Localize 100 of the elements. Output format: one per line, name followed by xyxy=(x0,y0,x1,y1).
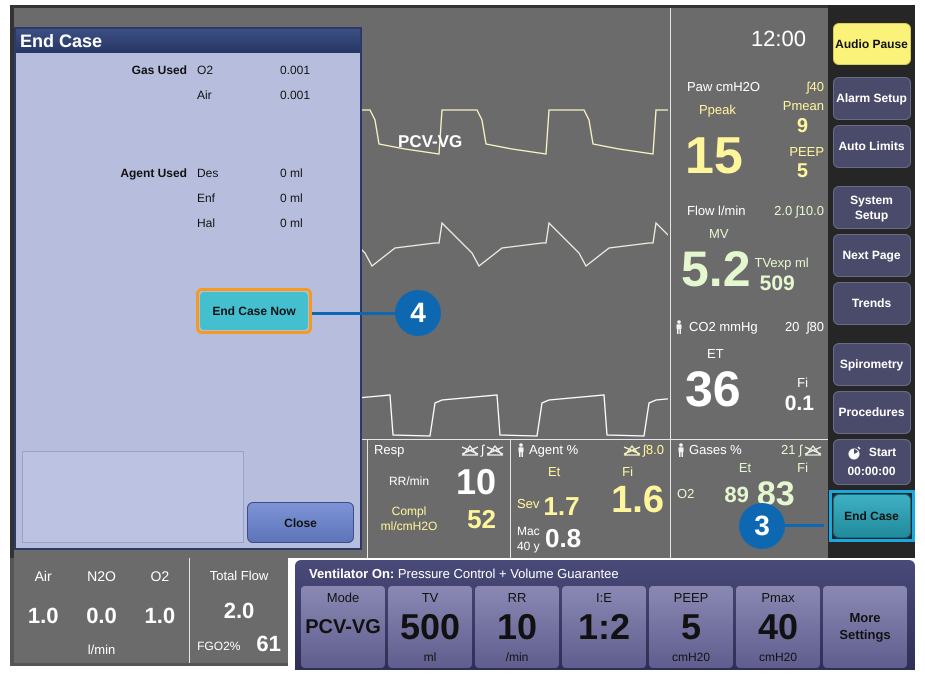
close-button[interactable]: Close xyxy=(247,502,354,543)
ventilator-status: Ventilator On: Pressure Control + Volume Guarantee xyxy=(309,565,620,583)
item-value: 0 ml xyxy=(280,215,303,232)
person-icon xyxy=(675,320,683,334)
parameter-label: PEEP xyxy=(789,142,824,160)
alarm-off-icon xyxy=(804,444,822,456)
setting-value: 10 xyxy=(496,609,538,645)
setting-unit: cmH20 xyxy=(672,648,710,666)
side-button[interactable]: Auto Limits xyxy=(832,125,910,168)
column-label: Fi xyxy=(797,458,808,476)
parameter-label: ET xyxy=(707,345,725,363)
alarm-off-icon xyxy=(461,444,480,456)
setting-label: TV xyxy=(422,588,438,606)
limit-text: ʃ xyxy=(481,440,484,459)
setting-label: Mode xyxy=(326,588,360,606)
flow-value: 1.0 xyxy=(144,602,176,630)
ppeak-value: 15 xyxy=(685,130,744,182)
side-button[interactable]: System Setup xyxy=(832,186,910,229)
parameter-value: 5 xyxy=(796,161,808,181)
clock: 12:00 xyxy=(750,25,806,53)
gas-name: O2 xyxy=(677,485,694,504)
section-title: Flow l/min xyxy=(687,202,746,220)
side-button[interactable]: Next Page xyxy=(832,234,910,277)
setting-button[interactable]: TV 500 ml xyxy=(388,586,472,668)
fgo2-value: 61 xyxy=(256,632,281,654)
start-timer-button[interactable]: Start 00:00:00 xyxy=(832,439,910,485)
column-label: Et xyxy=(548,462,560,480)
dialog-title: End Case xyxy=(20,30,102,52)
total-flow-label: Total Flow xyxy=(210,567,268,585)
item-name: Air xyxy=(197,87,213,104)
alarm-off-icon xyxy=(623,444,642,456)
setting-value: 500 xyxy=(400,609,460,645)
side-button[interactable]: Trends xyxy=(832,282,910,325)
start-label: Start xyxy=(868,445,896,460)
end-case-now-button[interactable]: End Case Now xyxy=(200,292,308,330)
setting-label: I:E xyxy=(596,588,612,606)
column-label: Et xyxy=(738,458,752,476)
item-value: 0.001 xyxy=(280,62,310,79)
parameter-label: Pmean xyxy=(782,97,824,115)
mv-value: 5.2 xyxy=(681,244,751,294)
section-title: Agent % xyxy=(529,440,578,459)
setting-button[interactable]: Mode PCV-VG xyxy=(301,586,385,668)
section-title: Paw cmH2O xyxy=(687,78,760,96)
unit-label: l/min xyxy=(88,641,116,659)
item-value: 0 ml xyxy=(280,165,303,182)
mac-value: 0.8 xyxy=(545,522,582,555)
item-value: 0.001 xyxy=(280,87,310,104)
item-name: O2 xyxy=(197,62,214,79)
parameter-value: 52 xyxy=(467,506,496,532)
item-name: Des xyxy=(197,165,220,182)
item-value: 0 ml xyxy=(280,190,303,207)
side-button[interactable]: Procedures xyxy=(832,391,910,434)
flow-value: 1.0 xyxy=(28,602,58,630)
gas-label: Air xyxy=(34,567,52,586)
fgo2-label: FGO2% xyxy=(197,638,240,654)
item-name: Enf xyxy=(197,190,216,207)
setting-button[interactable]: RR 10 /min xyxy=(475,586,559,668)
setting-unit: /min xyxy=(506,648,528,666)
setting-label: Pmax xyxy=(761,588,795,606)
item-name: Hal xyxy=(197,215,216,232)
parameter-label: RR/min xyxy=(388,474,430,489)
setting-button[interactable]: I:E 1:2 xyxy=(562,586,646,668)
setting-value: 1:2 xyxy=(578,609,630,645)
alarm-off-icon xyxy=(486,444,504,456)
setting-unit: ml xyxy=(424,648,436,666)
section-label: Gas Used xyxy=(130,62,187,79)
parameter-label: Mac 40 y xyxy=(517,524,541,554)
limit-text: 20 ʃ80 xyxy=(784,318,824,336)
side-button[interactable]: Audio Pause xyxy=(832,23,910,65)
etco2-value: 36 xyxy=(685,364,741,414)
setting-value: PCV-VG xyxy=(305,617,381,637)
section-title: Resp xyxy=(374,440,404,459)
stopwatch-icon xyxy=(846,446,861,460)
parameter-value: 0.1 xyxy=(784,392,814,414)
parameter-value: 9 xyxy=(796,116,808,136)
flow-value: 0.0 xyxy=(86,602,117,630)
limit-text: ʃ40 xyxy=(806,78,824,96)
total-flow-value: 2.0 xyxy=(224,596,254,624)
side-button[interactable]: Spirometry xyxy=(832,343,910,386)
agent-et-value: 1.7 xyxy=(543,493,580,519)
side-button[interactable]: End Case xyxy=(832,494,910,538)
section-title: Gases % xyxy=(689,440,742,459)
person-icon xyxy=(517,442,525,456)
parameter-label: Compl ml/cmH2O xyxy=(380,504,438,534)
parameter-value: 509 xyxy=(760,272,795,294)
side-button[interactable]: Alarm Setup xyxy=(832,77,910,120)
setting-value: 5 xyxy=(680,609,702,645)
parameter-label: Ppeak xyxy=(699,101,737,119)
parameter-value: 10 xyxy=(456,464,496,500)
section-label: Agent Used xyxy=(119,165,187,182)
setting-value: 40 xyxy=(758,609,798,645)
setting-button[interactable]: Pmax 40 cmH20 xyxy=(736,586,820,668)
section-title: CO2 mmHg xyxy=(689,318,758,336)
more-settings-button[interactable]: More Settings xyxy=(823,586,907,668)
limit-text: 2.0 ʃ10.0 xyxy=(774,202,824,220)
setting-unit: cmH20 xyxy=(758,648,797,666)
setting-button[interactable]: PEEP 5 cmH20 xyxy=(649,586,733,668)
limit-text: 21 ʃ xyxy=(781,440,802,459)
limit-text: ʃ8.0 xyxy=(643,440,664,459)
agent-name: Sev xyxy=(517,494,540,512)
